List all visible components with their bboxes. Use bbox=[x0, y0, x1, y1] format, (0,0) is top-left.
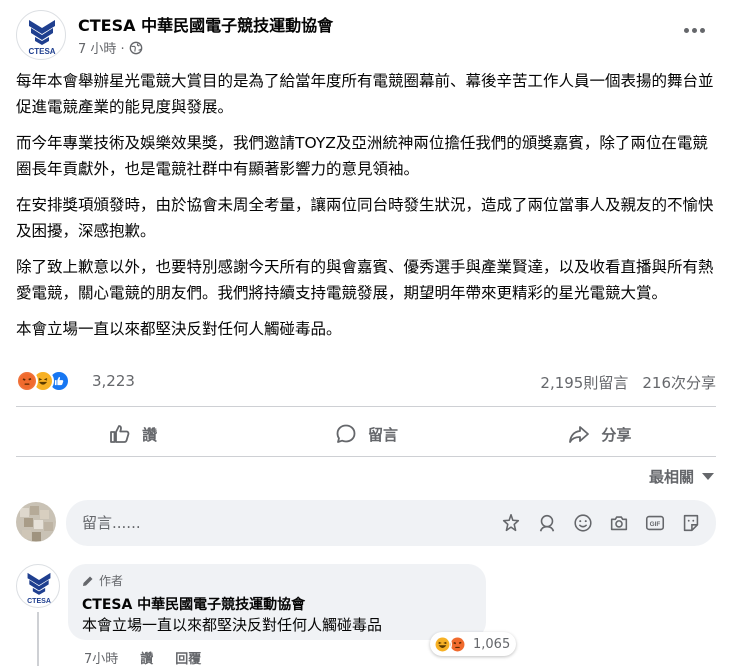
comment-composer: GIF bbox=[16, 500, 716, 548]
ctesa-logo-icon: CTESA bbox=[28, 20, 56, 56]
camera-icon[interactable] bbox=[608, 512, 630, 534]
post-time[interactable]: 7 小時 · bbox=[78, 38, 125, 57]
thread-line bbox=[37, 612, 39, 666]
comment-button[interactable]: 留言 bbox=[249, 414, 482, 454]
share-arrow-icon bbox=[569, 426, 590, 443]
more-options-button[interactable] bbox=[680, 18, 708, 42]
user-avatar[interactable] bbox=[16, 502, 56, 542]
more-dot-icon bbox=[683, 27, 689, 33]
share-count[interactable]: 216次分享 bbox=[642, 372, 716, 393]
comment-text: 本會立場一直以來都堅決反對任何人觸碰毒品 bbox=[82, 616, 383, 634]
like-button[interactable]: 讚 bbox=[16, 414, 249, 454]
reaction-icons[interactable] bbox=[16, 370, 86, 394]
avatar-pixel bbox=[22, 530, 31, 539]
post-paragraph: 在安排獎項頒發時，由於協會未周全考量，讓兩位同台時發生狀況，造成了兩位當事人及親… bbox=[16, 196, 714, 240]
comment-like-button[interactable]: 讚 bbox=[140, 648, 153, 666]
page-avatar[interactable]: CTESA bbox=[16, 10, 66, 60]
avatar-pixel bbox=[20, 508, 29, 517]
comment-bubble: 作者 CTESA 中華民國電子競技運動協會 本會立場一直以來都堅決反對任何人觸碰… bbox=[68, 564, 517, 656]
divider bbox=[16, 456, 716, 457]
gif-icon[interactable]: GIF bbox=[644, 512, 666, 534]
pencil-icon bbox=[83, 576, 93, 586]
comment-sort-dropdown[interactable]: 最相關 bbox=[649, 466, 714, 487]
comment-reactions[interactable]: 1,065 bbox=[430, 632, 517, 656]
ctesa-logo-icon: CTESA bbox=[27, 572, 51, 605]
avatar-pixel bbox=[34, 520, 43, 529]
reaction-count[interactable]: 3,223 bbox=[92, 372, 135, 390]
comment-time[interactable]: 7小時 bbox=[84, 648, 118, 666]
sort-label: 最相關 bbox=[648, 468, 694, 486]
post-stats: 2,195則留言 216次分享 bbox=[540, 372, 716, 393]
svg-text:CTESA: CTESA bbox=[27, 598, 51, 605]
share-label: 分享 bbox=[601, 425, 632, 444]
comment-reply-button[interactable]: 回覆 bbox=[175, 648, 201, 666]
comment-author-avatar[interactable]: CTESA bbox=[16, 564, 60, 608]
avatar-pixel bbox=[44, 522, 53, 531]
comment-input-wrapper: GIF bbox=[66, 500, 716, 546]
comment-author-name[interactable]: CTESA 中華民國電子競技運動協會 bbox=[82, 594, 305, 614]
more-dot-icon bbox=[691, 27, 697, 33]
divider bbox=[16, 406, 716, 407]
avatar-pixel bbox=[30, 506, 39, 515]
post-meta: 7 小時 · bbox=[78, 38, 143, 57]
like-label: 讚 bbox=[142, 425, 158, 444]
more-dot-icon bbox=[699, 27, 705, 33]
avatar-face-icon[interactable] bbox=[536, 512, 558, 534]
avatar-pixel bbox=[40, 510, 49, 519]
avatar-pixel bbox=[24, 518, 33, 527]
post-paragraph: 除了致上歉意以外，也要特別感謝今天所有的與會嘉賓、優秀選手與產業賢達，以及收看直… bbox=[16, 258, 714, 302]
post-paragraph: 每年本會舉辦星光電競大賞目的是為了給當年度所有電競圈幕前、幕後辛苦工作人員一個表… bbox=[16, 72, 714, 116]
angry-icon bbox=[16, 370, 38, 392]
caret-down-icon bbox=[702, 472, 714, 480]
post-paragraph: 本會立場一直以來都堅決反對任何人觸碰毒品。 bbox=[16, 320, 342, 338]
globe-icon bbox=[129, 41, 143, 54]
author-badge: 作者 bbox=[82, 572, 123, 589]
share-button[interactable]: 分享 bbox=[483, 414, 716, 454]
composer-icons: GIF bbox=[500, 512, 702, 534]
avatar-pixel bbox=[32, 532, 41, 541]
comment-reaction-count: 1,065 bbox=[473, 636, 511, 652]
comment-bubble-icon bbox=[336, 424, 356, 443]
post-body: 每年本會舉辦星光電競大賞目的是為了給當年度所有電競圈幕前、幕後辛苦工作人員一個表… bbox=[16, 68, 716, 352]
comment-label: 留言 bbox=[367, 425, 398, 444]
page-name[interactable]: CTESA 中華民國電子競技運動協會 bbox=[78, 12, 333, 36]
svg-text:CTESA: CTESA bbox=[28, 47, 55, 56]
thumbs-up-icon bbox=[110, 425, 130, 443]
sticker-icon[interactable] bbox=[680, 512, 702, 534]
emoji-icon[interactable] bbox=[572, 512, 594, 534]
post-header: CTESA CTESA 中華民國電子競技運動協會 7 小時 · bbox=[16, 10, 716, 62]
comment-input[interactable] bbox=[82, 512, 462, 534]
post-paragraph: 而今年專業技術及娛樂效果獎，我們邀請TOYZ及亞洲統神兩位擔任我們的頒獎嘉賓，除… bbox=[16, 134, 708, 178]
comment-actions: 7小時 讚 回覆 bbox=[84, 648, 201, 666]
svg-text:GIF: GIF bbox=[650, 521, 661, 528]
post-actions: 讚 留言 分享 bbox=[16, 414, 716, 454]
comment-count[interactable]: 2,195則留言 bbox=[540, 372, 628, 393]
haha-icon bbox=[433, 634, 452, 654]
reaction-summary: 3,223 2,195則留言 216次分享 bbox=[16, 368, 716, 396]
avatar-sticker-icon[interactable] bbox=[500, 512, 522, 534]
author-badge-label: 作者 bbox=[99, 574, 124, 588]
comment: CTESA 作者 CTESA 中華民國電子競技運動協會 本會立場一直以來都堅決反… bbox=[16, 560, 716, 666]
